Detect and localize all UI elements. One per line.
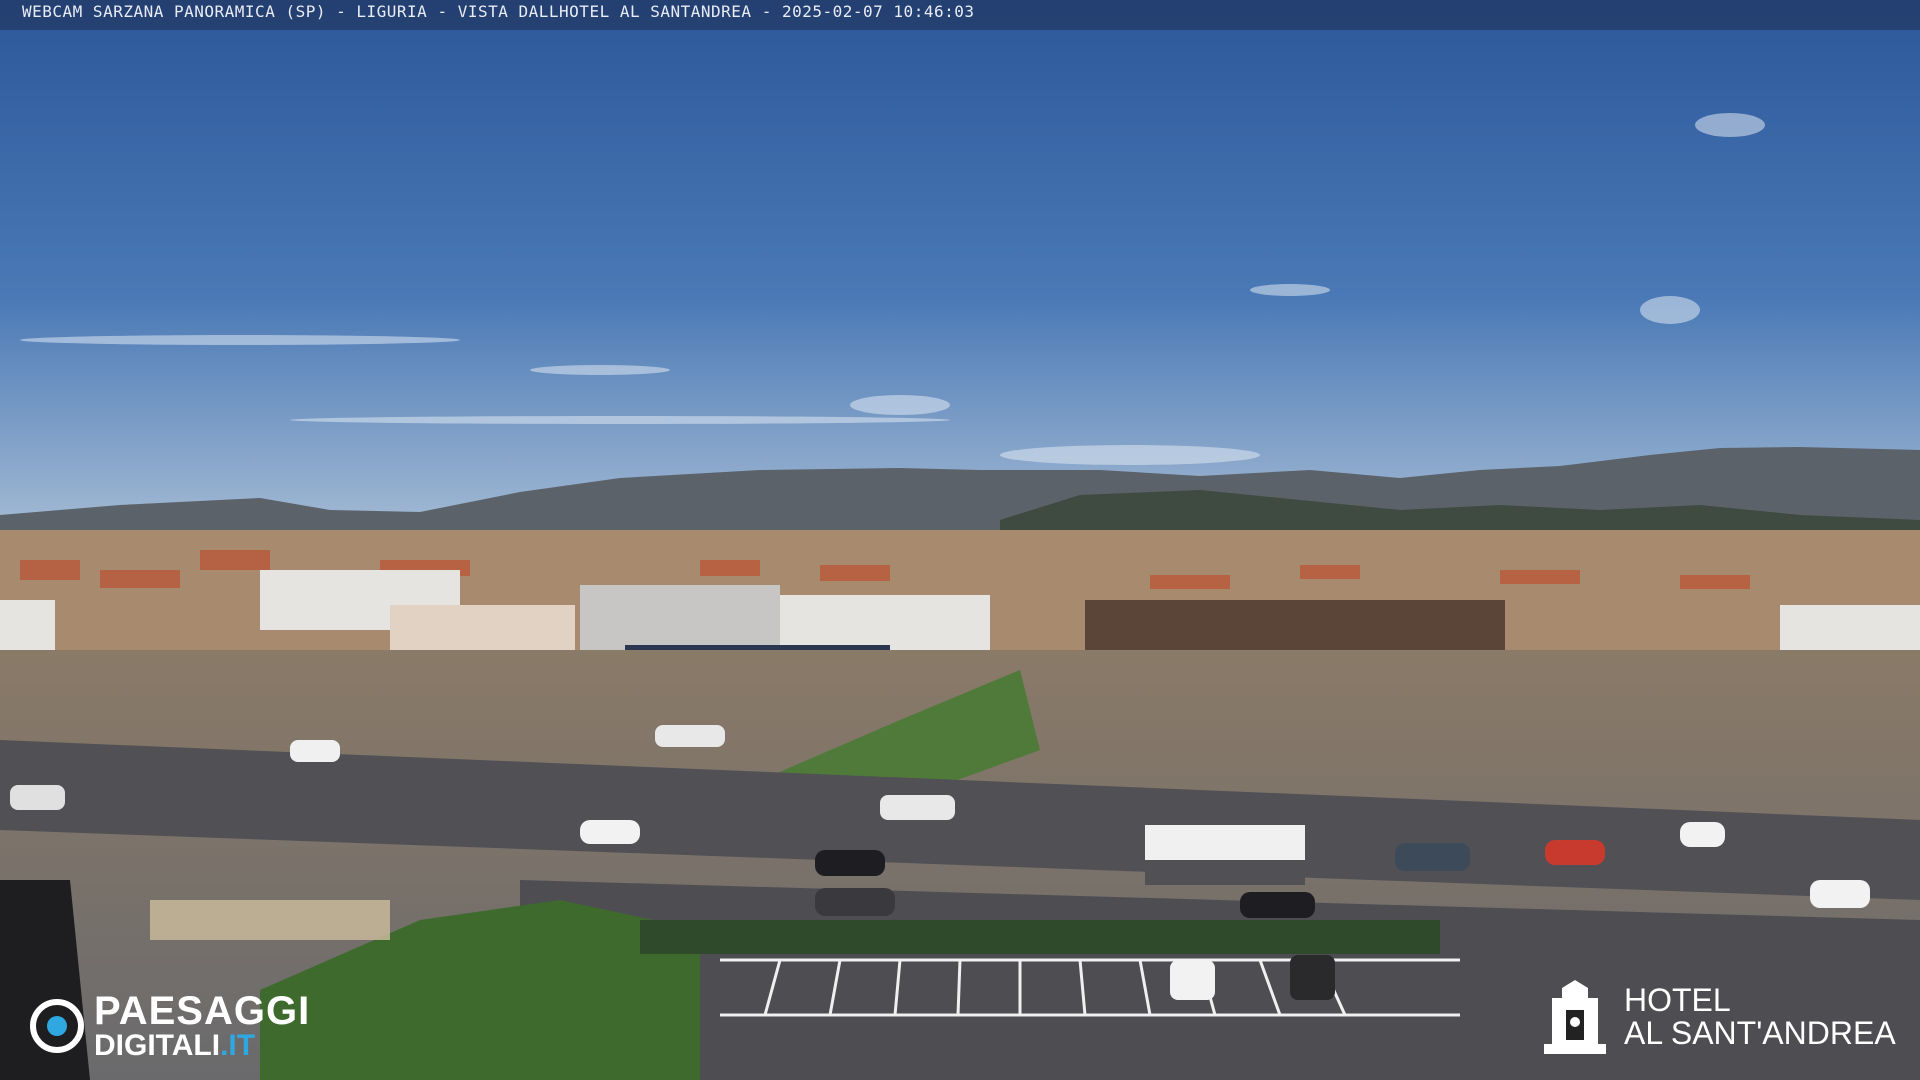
- hotel-logo: HOTEL AL SANT'ANDREA: [1540, 978, 1896, 1056]
- title-bar: WEBCAM SARZANA PANORAMICA (SP) - LIGURIA…: [0, 0, 1920, 30]
- hotel-wordmark: HOTEL AL SANT'ANDREA: [1624, 984, 1896, 1049]
- camera-lens-icon: [30, 999, 84, 1053]
- webcam-panorama: [0, 0, 1920, 1080]
- webcam-caption: WEBCAM SARZANA PANORAMICA (SP) - LIGURIA…: [22, 2, 975, 21]
- hedge: [640, 920, 1440, 954]
- hotel-line1: HOTEL: [1624, 982, 1731, 1019]
- hotel-line2: AL SANT'ANDREA: [1624, 1015, 1896, 1051]
- paesaggi-digitali-logo: PAESAGGI DIGITALI.IT: [30, 990, 310, 1062]
- construction-fence: [150, 900, 390, 940]
- paesaggi-digitali-wordmark: PAESAGGI DIGITALI.IT: [94, 991, 310, 1061]
- logo-line2: DIGITALI.IT: [94, 1031, 310, 1061]
- logo-line2-accent: .IT: [220, 1029, 256, 1062]
- office-building: [580, 585, 780, 650]
- hotel-emblem-icon: [1544, 980, 1606, 1054]
- logo-line1: PAESAGGI: [94, 989, 311, 1033]
- logo-line2-main: DIGITALI: [94, 1029, 221, 1062]
